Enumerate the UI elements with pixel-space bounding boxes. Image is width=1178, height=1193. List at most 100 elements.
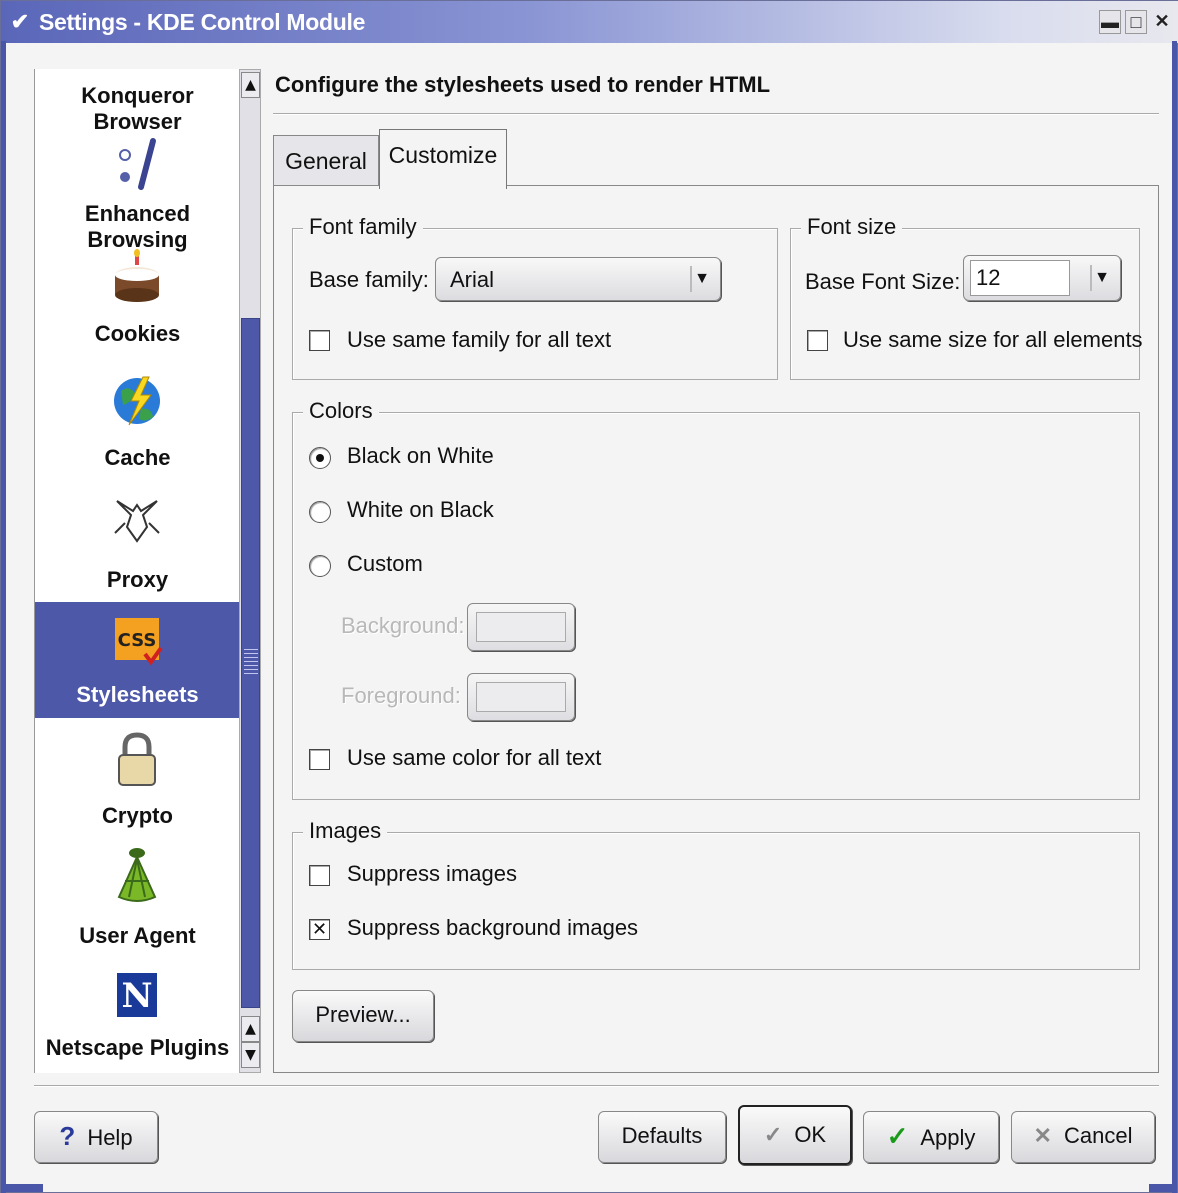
suppress-bg-images-checkbox[interactable]: ✕ [309, 919, 330, 940]
radio-custom[interactable] [309, 555, 331, 577]
tab-general-label: General [285, 148, 367, 174]
svg-text:CSS: CSS [118, 630, 157, 651]
resize-corner-left[interactable] [1, 1184, 43, 1192]
sidebar-item-netscape-plugins[interactable]: N Netscape Plugins [35, 965, 240, 1073]
background-color-button[interactable] [467, 603, 575, 651]
close-button[interactable]: ✕ [1151, 10, 1173, 34]
sidebar-item-proxy[interactable]: Proxy [35, 489, 240, 601]
cache-globe-icon [114, 376, 160, 426]
svg-text:N: N [121, 976, 152, 1016]
same-color-label: Use same color for all text [347, 745, 602, 770]
base-font-size-value[interactable]: 12 [970, 260, 1070, 296]
sidebar-scrollbar[interactable]: ▲ ▲ ▼ [239, 69, 261, 1073]
sidebar-item-label: Stylesheets [76, 682, 199, 707]
same-size-label: Use same size for all elements [843, 327, 1143, 352]
help-question-icon: ? [59, 1121, 76, 1151]
resize-corner-right[interactable] [1149, 1184, 1177, 1192]
sidebar-item-label: User Agent [79, 923, 196, 948]
check-icon: ✓ [763, 1122, 783, 1147]
proxy-icon [114, 500, 160, 543]
scroll-down-arrow-icon[interactable]: ▼ [241, 1042, 260, 1068]
help-label: Help [87, 1125, 133, 1150]
header-divider [273, 113, 1159, 115]
module-sidebar: Konqueror Browser Enhanced Browsing Cook… [34, 69, 240, 1073]
apply-label: Apply [920, 1125, 976, 1150]
background-label: Background: [341, 613, 465, 638]
cancel-button[interactable]: ✕ Cancel [1011, 1111, 1155, 1163]
black-on-white-label: Black on White [347, 443, 494, 468]
cancel-label: Cancel [1063, 1123, 1133, 1148]
window-menu-chevron-icon[interactable]: ✔ [7, 9, 33, 35]
sidebar-item-cookies[interactable]: Cookies [35, 245, 240, 357]
ok-button[interactable]: ✓ OK [738, 1105, 852, 1165]
sidebar-item-enhanced-browsing[interactable]: Enhanced Browsing [35, 127, 240, 252]
font-size-group: Font size Base Font Size: 12 ▼ Use same … [790, 214, 1143, 380]
white-on-black-label: White on Black [347, 497, 494, 522]
sidebar-item-label: Cache [104, 445, 171, 470]
suppress-images-label: Suppress images [347, 861, 517, 886]
title-bar[interactable]: ✔ Settings - KDE Control Module ▬ □ ✕ [1, 1, 1178, 43]
tab-general[interactable]: General [273, 135, 379, 189]
base-family-label: Base family: [309, 267, 429, 292]
cancel-x-icon: ✕ [1033, 1123, 1052, 1148]
sidebar-item-label: Crypto [102, 803, 173, 828]
defaults-label: Defaults [621, 1123, 703, 1148]
suppress-bg-images-label: Suppress background images [347, 915, 639, 940]
apply-button[interactable]: ✓ Apply [863, 1111, 999, 1163]
css-icon: CSS [115, 618, 163, 666]
foreground-color-button[interactable] [467, 673, 575, 721]
images-group-label: Images [303, 818, 388, 844]
radio-black-on-white[interactable] [309, 447, 331, 469]
scroll-up-arrow-icon[interactable]: ▲ [241, 1016, 260, 1042]
radio-white-on-black[interactable] [309, 501, 331, 523]
base-font-size-spinbox[interactable]: 12 ▼ [963, 255, 1121, 301]
suppress-images-checkbox[interactable] [309, 865, 330, 886]
customize-panel: Font family Base family: Arial ▼ Use sam… [273, 185, 1159, 1073]
enhanced-browsing-icon [119, 138, 156, 190]
same-family-checkbox[interactable] [309, 330, 330, 351]
scroll-up-arrow-icon[interactable]: ▲ [241, 72, 260, 98]
tab-customize[interactable]: Customize [379, 129, 507, 189]
sidebar-item-konqueror-browser[interactable]: Konqueror Browser [35, 69, 240, 134]
preview-button[interactable]: Preview... [292, 990, 434, 1042]
font-family-group: Font family Base family: Arial ▼ Use sam… [292, 214, 778, 380]
sidebar-item-label: Cookies [94, 321, 181, 346]
dropdown-arrow-icon: ▼ [690, 266, 712, 292]
sidebar-item-crypto[interactable]: Crypto [35, 727, 240, 837]
colors-group: Colors Black on White White on Black Cus… [292, 398, 1140, 800]
kde-settings-window: ✔ Settings - KDE Control Module ▬ □ ✕ Ko… [0, 0, 1178, 1193]
colors-group-label: Colors [303, 398, 379, 424]
custom-label: Custom [347, 551, 423, 576]
window-border-left [1, 41, 6, 1193]
images-group: Images Suppress images ✕ Suppress backgr… [292, 818, 1140, 970]
defaults-button[interactable]: Defaults [598, 1111, 726, 1163]
window-border-right [1172, 41, 1177, 1193]
maximize-button[interactable]: □ [1125, 10, 1147, 34]
page-title: Configure the stylesheets used to render… [275, 72, 771, 97]
same-family-label: Use same family for all text [347, 327, 612, 352]
tab-customize-label: Customize [388, 142, 498, 168]
minimize-button[interactable]: ▬ [1099, 10, 1121, 34]
sidebar-item-label: Proxy [106, 567, 169, 592]
sidebar-item-user-agent[interactable]: User Agent [35, 845, 240, 957]
font-family-group-label: Font family [303, 214, 423, 240]
base-family-value: Arial [450, 267, 495, 292]
sidebar-item-stylesheets[interactable]: CSS Stylesheets [35, 602, 240, 718]
netscape-icon: N [117, 973, 157, 1017]
user-agent-icon [117, 848, 157, 902]
same-size-checkbox[interactable] [807, 330, 828, 351]
scrollbar-thumb[interactable] [241, 318, 260, 1008]
help-button[interactable]: ? Help [34, 1111, 158, 1163]
sidebar-item-label: Netscape Plugins [45, 1035, 230, 1060]
apply-check-icon: ✓ [886, 1121, 909, 1151]
same-color-checkbox[interactable] [309, 749, 330, 770]
spin-arrow-icon[interactable]: ▼ [1090, 265, 1112, 291]
ok-label: OK [794, 1122, 827, 1147]
base-font-size-label: Base Font Size: [805, 269, 961, 294]
window-title: Settings - KDE Control Module [39, 9, 366, 35]
foreground-label: Foreground: [341, 683, 461, 708]
base-family-select[interactable]: Arial ▼ [435, 257, 721, 301]
font-size-group-label: Font size [801, 214, 903, 240]
padlock-icon [118, 732, 156, 786]
sidebar-item-cache[interactable]: Cache [35, 367, 240, 479]
